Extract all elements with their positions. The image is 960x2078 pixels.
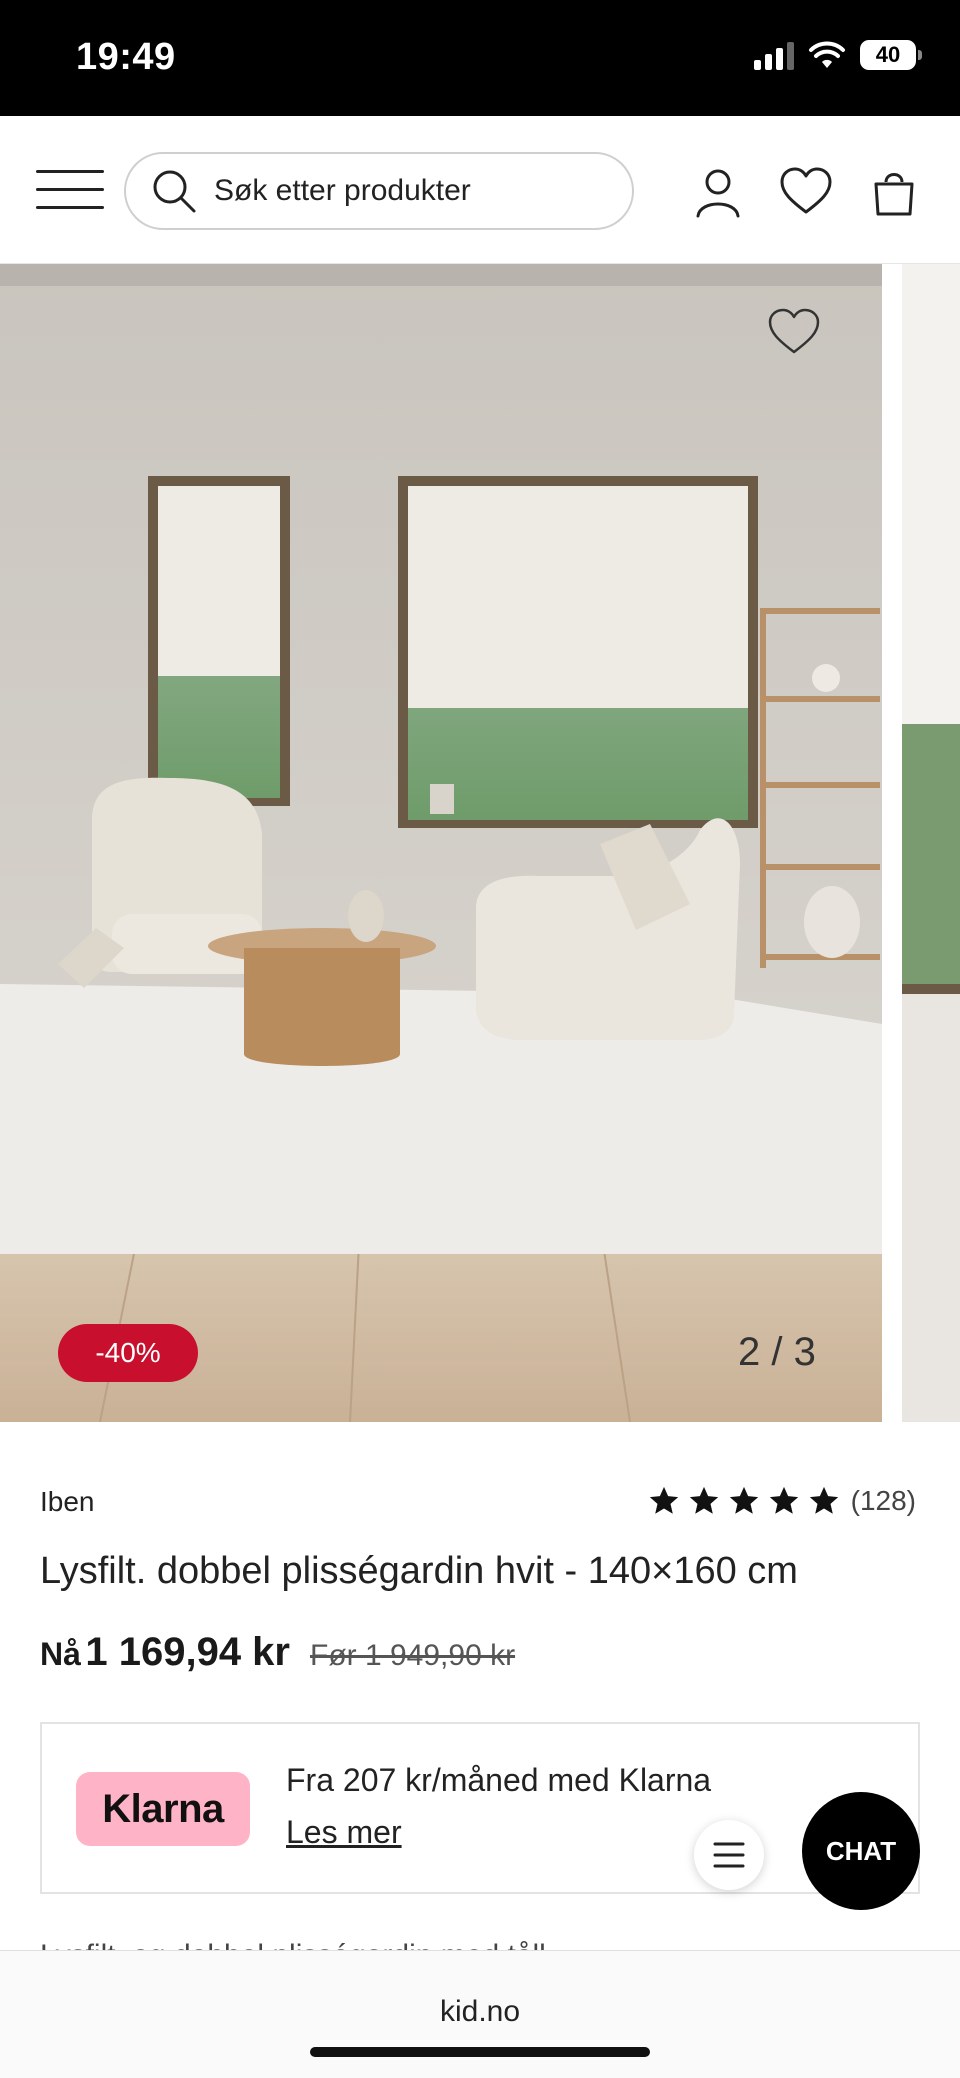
klarna-banner: Klarna Fra 207 kr/måned med Klarna Les m…: [40, 1722, 920, 1894]
star-icon: [689, 1486, 718, 1514]
rating-stars: [647, 1484, 841, 1518]
price-before: Før 1 949,90 kr: [310, 1639, 516, 1672]
signal-icon: [754, 40, 794, 70]
list-icon: [713, 1842, 745, 1868]
menu-icon[interactable]: [36, 168, 104, 212]
search-input[interactable]: [214, 174, 614, 208]
favorite-heart-icon[interactable]: [764, 304, 824, 360]
wishlist-icon[interactable]: [778, 164, 834, 220]
search-bar[interactable]: [124, 152, 634, 230]
price-now-label: Nå: [40, 1636, 81, 1672]
account-icon[interactable]: [690, 164, 746, 220]
star-icon: [729, 1486, 758, 1514]
star-icon: [769, 1486, 798, 1514]
home-indicator[interactable]: [310, 2047, 650, 2057]
description-peek: Lysfilt. og dobbel plisségardin med tåll…: [40, 1936, 571, 1950]
search-icon: [153, 170, 196, 213]
battery-icon: 40: [860, 40, 922, 70]
url-bar[interactable]: kid.no: [0, 1995, 960, 2029]
price-now: 1 169,94 kr: [85, 1630, 290, 1674]
product-rating[interactable]: (128): [647, 1484, 916, 1518]
status-bar: 19:49 40: [0, 0, 960, 116]
klarna-logo: Klarna: [76, 1772, 250, 1846]
wifi-icon: [809, 41, 845, 68]
cart-icon[interactable]: [866, 164, 922, 220]
product-brand[interactable]: Iben: [40, 1486, 95, 1518]
product-title: Lysfilt. dobbel plisségardin hvit - 140×…: [40, 1550, 798, 1592]
price-now-group: Nå 1 169,94 kr: [40, 1630, 290, 1675]
browser-bar: kid.no: [0, 1950, 960, 2078]
product-gallery[interactable]: -40% 2 / 3: [0, 264, 960, 1422]
image-counter: 2 / 3: [738, 1330, 816, 1374]
klarna-text: Fra 207 kr/måned med Klarna: [286, 1762, 712, 1798]
klarna-read-more-link[interactable]: Les mer: [286, 1814, 402, 1851]
chat-button[interactable]: CHAT: [802, 1792, 920, 1910]
status-time: 19:49: [76, 36, 176, 78]
list-menu-button[interactable]: [694, 1820, 764, 1890]
status-icons: 40: [754, 40, 922, 70]
star-icon: [649, 1486, 678, 1514]
site-header: [0, 116, 960, 264]
next-image-peek[interactable]: [902, 264, 960, 1422]
product-image[interactable]: [0, 264, 882, 1422]
discount-badge: -40%: [58, 1324, 198, 1382]
review-count: (128): [850, 1485, 916, 1516]
star-icon: [809, 1486, 838, 1514]
price-row: Nå 1 169,94 kr Før 1 949,90 kr: [40, 1630, 515, 1675]
